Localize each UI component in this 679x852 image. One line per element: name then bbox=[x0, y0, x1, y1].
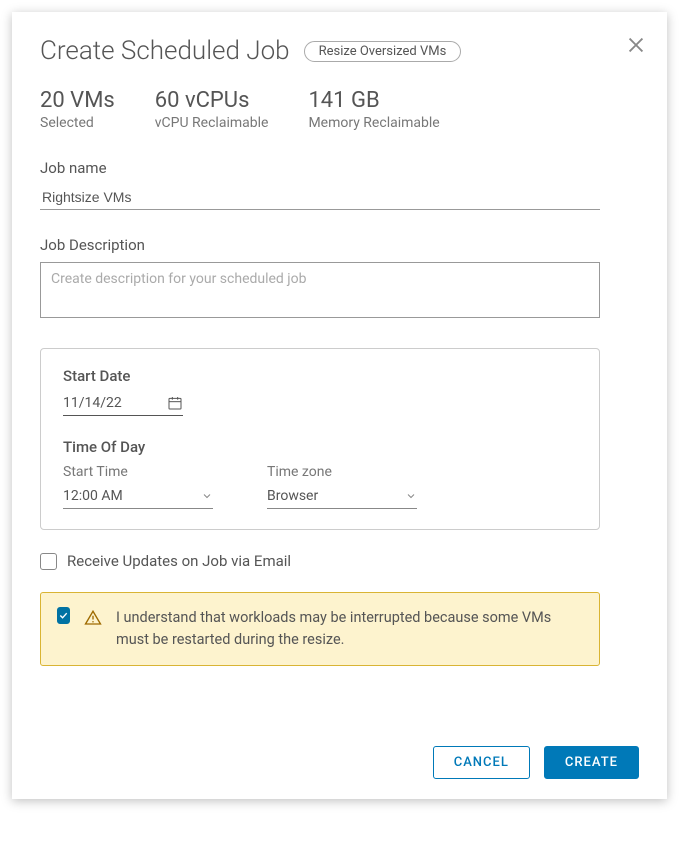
start-time-dropdown[interactable]: 12:00 AM bbox=[63, 488, 213, 509]
email-updates-row: Receive Updates on Job via Email bbox=[40, 552, 639, 570]
stat-vms-value: 20 VMs bbox=[40, 88, 115, 113]
create-button[interactable]: CREATE bbox=[544, 746, 639, 779]
start-time-value: 12:00 AM bbox=[63, 488, 123, 504]
schedule-panel: Start Date 11/14/22 Time Of Day Start Ti… bbox=[40, 348, 600, 530]
stat-memory-value: 141 GB bbox=[308, 88, 439, 113]
check-icon bbox=[58, 610, 69, 621]
cancel-button[interactable]: CANCEL bbox=[433, 746, 530, 779]
warning-text: I understand that workloads may be inter… bbox=[116, 607, 583, 651]
job-name-label: Job name bbox=[40, 159, 639, 177]
start-time-col: Start Time 12:00 AM bbox=[63, 464, 213, 509]
stat-vcpus-label: vCPU Reclaimable bbox=[155, 115, 269, 131]
timezone-value: Browser bbox=[267, 488, 318, 504]
time-of-day-row: Start Time 12:00 AM Time zone Browser bbox=[63, 464, 577, 509]
job-description-label: Job Description bbox=[40, 236, 639, 254]
stat-vms: 20 VMs Selected bbox=[40, 88, 115, 131]
stat-vms-label: Selected bbox=[40, 115, 115, 131]
header: Create Scheduled Job Resize Oversized VM… bbox=[40, 36, 639, 66]
email-updates-checkbox[interactable] bbox=[40, 553, 57, 570]
stat-vcpus-value: 60 vCPUs bbox=[155, 88, 269, 113]
stat-memory: 141 GB Memory Reclaimable bbox=[308, 88, 439, 131]
stat-memory-label: Memory Reclaimable bbox=[308, 115, 439, 131]
modal-title: Create Scheduled Job bbox=[40, 36, 290, 66]
chevron-down-icon bbox=[405, 490, 417, 502]
chevron-down-icon bbox=[201, 490, 213, 502]
warning-icon bbox=[84, 609, 102, 627]
job-name-section: Job name bbox=[40, 159, 639, 210]
timezone-dropdown[interactable]: Browser bbox=[267, 488, 417, 509]
start-date-input[interactable]: 11/14/22 bbox=[63, 395, 183, 416]
job-description-input[interactable] bbox=[40, 262, 600, 318]
stat-vcpus: 60 vCPUs vCPU Reclaimable bbox=[155, 88, 269, 131]
job-description-section: Job Description bbox=[40, 236, 639, 322]
start-time-label: Start Time bbox=[63, 464, 213, 480]
create-scheduled-job-modal: Create Scheduled Job Resize Oversized VM… bbox=[12, 12, 667, 799]
start-date-label: Start Date bbox=[63, 367, 577, 385]
close-icon bbox=[625, 34, 647, 56]
close-button[interactable] bbox=[625, 34, 647, 56]
timezone-label: Time zone bbox=[267, 464, 417, 480]
timezone-col: Time zone Browser bbox=[267, 464, 417, 509]
calendar-icon bbox=[167, 395, 183, 411]
warning-acknowledge-checkbox[interactable] bbox=[57, 607, 70, 624]
job-name-input[interactable] bbox=[40, 185, 600, 210]
warning-panel: I understand that workloads may be inter… bbox=[40, 592, 600, 666]
footer: CANCEL CREATE bbox=[40, 746, 639, 779]
job-type-tag: Resize Oversized VMs bbox=[304, 41, 462, 62]
start-date-value: 11/14/22 bbox=[63, 395, 122, 411]
time-of-day-label: Time Of Day bbox=[63, 438, 577, 456]
email-updates-label: Receive Updates on Job via Email bbox=[67, 552, 291, 570]
summary-stats: 20 VMs Selected 60 vCPUs vCPU Reclaimabl… bbox=[40, 88, 639, 131]
